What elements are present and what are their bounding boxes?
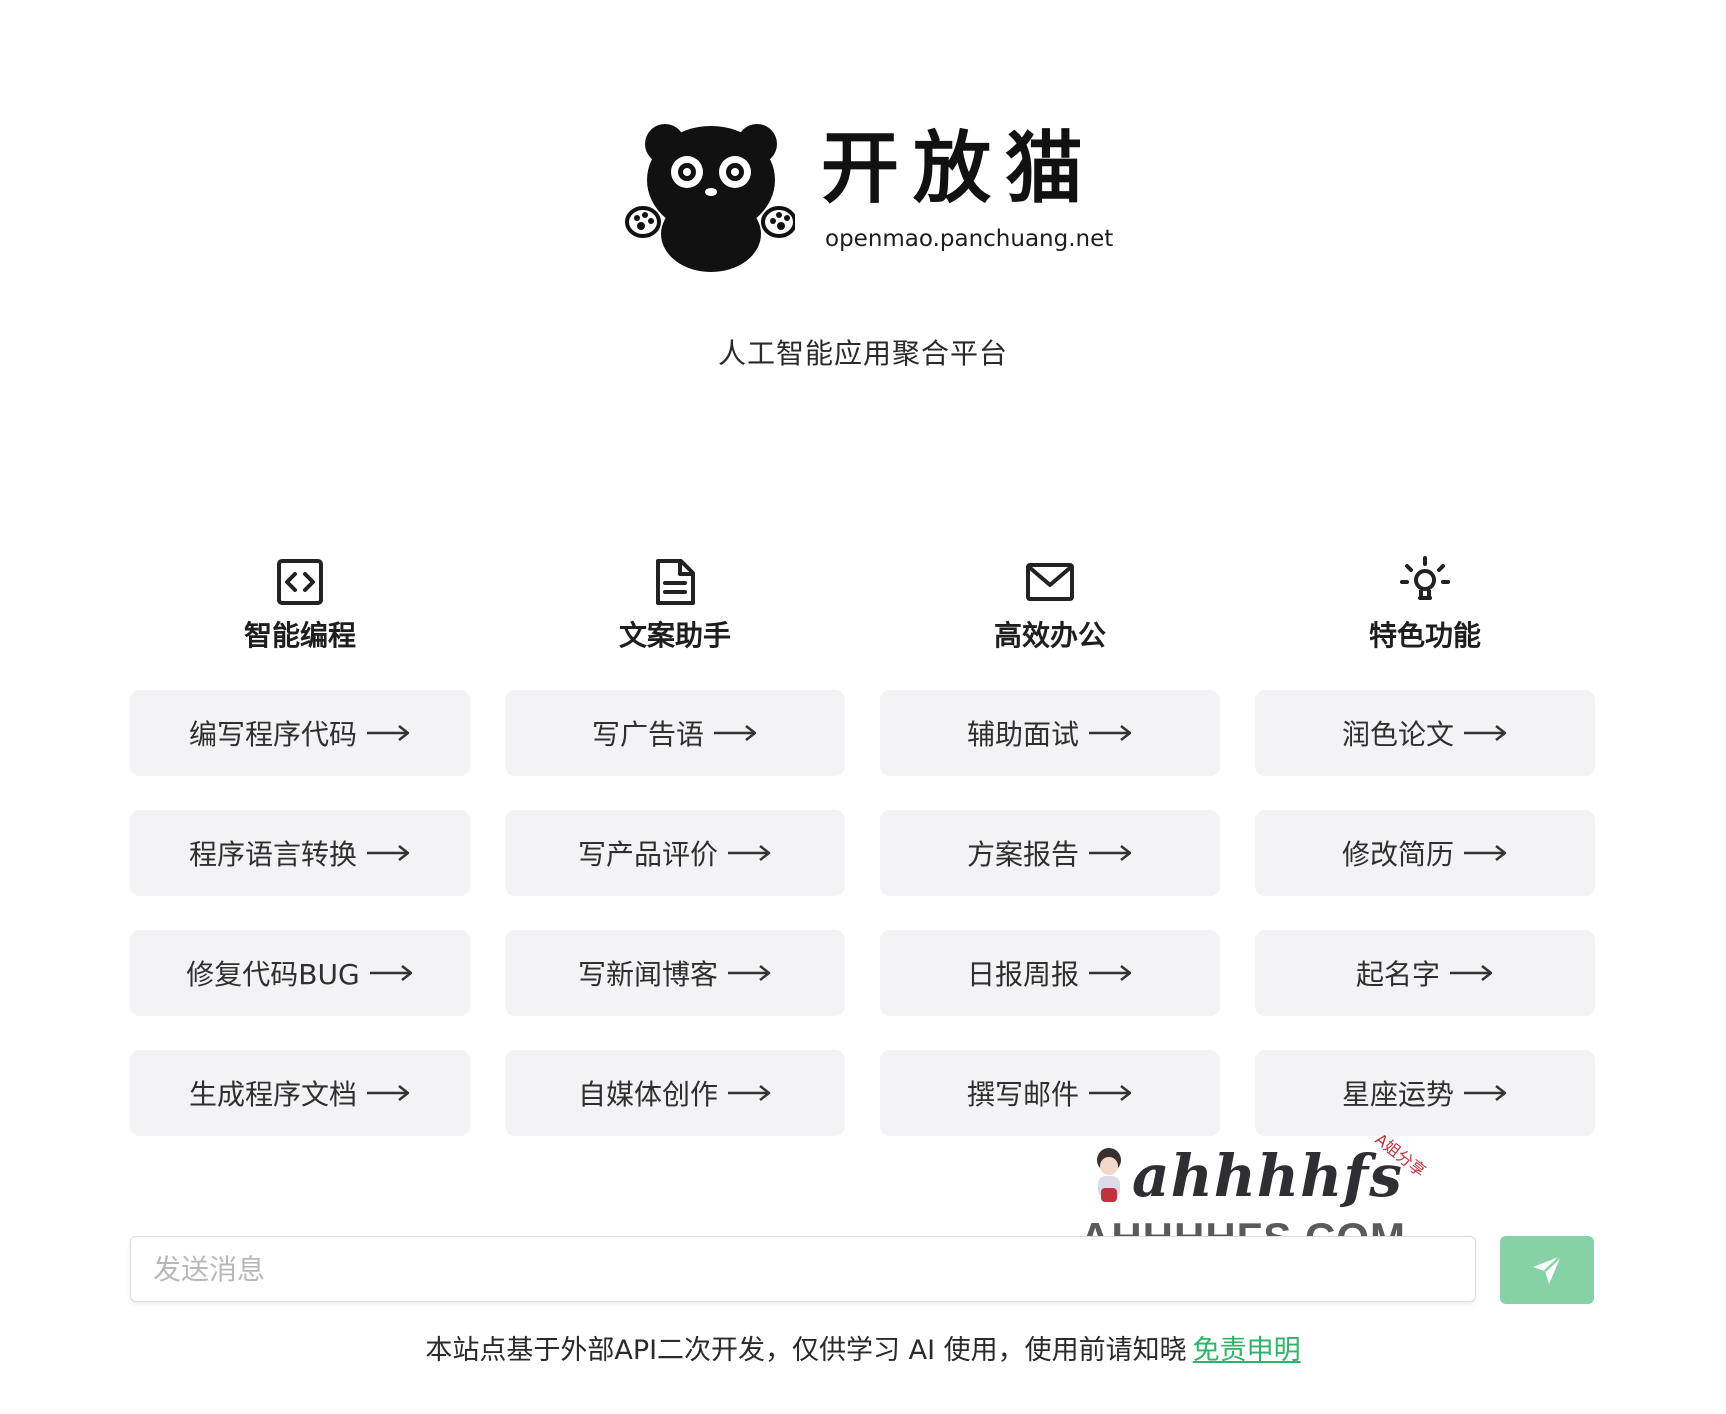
- prompt-button-label: 撰写邮件: [966, 1078, 1079, 1111]
- prompt-button-news-blog[interactable]: 写新闻博客: [505, 930, 845, 1016]
- arrow-right-icon: [1089, 1085, 1132, 1101]
- arrow-right-icon: [1450, 965, 1493, 981]
- prompt-button-horoscope[interactable]: 星座运势: [1255, 1050, 1595, 1136]
- arrow-right-icon: [1464, 725, 1507, 741]
- arrow-right-icon: [1464, 845, 1507, 861]
- prompt-button-label: 自媒体创作: [577, 1078, 718, 1111]
- brand-name: 开放猫: [821, 124, 1098, 214]
- prompt-button-write-code[interactable]: 编写程序代码: [130, 690, 470, 776]
- disclaimer-link[interactable]: 免责申明: [1193, 1335, 1301, 1366]
- arrow-right-icon: [367, 1085, 410, 1101]
- prompt-button-interview[interactable]: 辅助面试: [880, 690, 1220, 776]
- column-title: 特色功能: [1368, 619, 1481, 652]
- prompt-button-ad-slogan[interactable]: 写广告语: [505, 690, 845, 776]
- message-input[interactable]: [130, 1236, 1476, 1302]
- prompt-button-naming[interactable]: 起名字: [1255, 930, 1595, 1016]
- prompt-button-label: 修改简历: [1341, 838, 1454, 871]
- column-title: 文案助手: [618, 619, 731, 652]
- arrow-right-icon: [367, 845, 410, 861]
- prompt-button-label: 程序语言转换: [188, 838, 357, 871]
- brand-domain: openmao.panchuang.net: [825, 226, 1114, 252]
- document-icon: [656, 559, 695, 605]
- prompt-button-label: 写产品评价: [577, 838, 718, 871]
- watermark-script-text: ahhhhfs: [1132, 1142, 1403, 1210]
- arrow-right-icon: [728, 845, 771, 861]
- send-icon: [1533, 1255, 1562, 1284]
- prompt-button-label: 修复代码BUG: [186, 958, 360, 991]
- panda-cat-logo-icon: [625, 124, 795, 272]
- prompt-button-self-media[interactable]: 自媒体创作: [505, 1050, 845, 1136]
- prompt-button-label: 编写程序代码: [188, 718, 357, 751]
- prompt-button-generate-docs[interactable]: 生成程序文档: [130, 1050, 470, 1136]
- code-icon: [277, 559, 323, 605]
- column-special-features: 特色功能 润色论文 修改简历 起名字 星座运势: [1255, 556, 1595, 1136]
- prompt-button-label: 日报周报: [966, 958, 1079, 991]
- prompt-button-label: 方案报告: [966, 838, 1079, 871]
- arrow-right-icon: [367, 725, 410, 741]
- footer-disclaimer: 本站点基于外部API二次开发，仅供学习 AI 使用，使用前请知晓 免责申明: [0, 1328, 1726, 1367]
- column-smart-coding: 智能编程 编写程序代码 程序语言转换 修复代码BUG 生成程序文档: [130, 556, 470, 1136]
- arrow-right-icon: [728, 965, 771, 981]
- column-copywriting: 文案助手 写广告语 写产品评价 写新闻博客 自媒体创作: [505, 556, 845, 1136]
- prompt-button-fix-bug[interactable]: 修复代码BUG: [130, 930, 470, 1016]
- prompt-button-label: 星座运势: [1341, 1078, 1454, 1111]
- avatar-icon: [1097, 1148, 1121, 1202]
- prompt-button-label: 写新闻博客: [577, 958, 718, 991]
- arrow-right-icon: [714, 725, 757, 741]
- column-title: 智能编程: [243, 619, 356, 652]
- prompt-button-label: 辅助面试: [966, 718, 1079, 751]
- arrow-right-icon: [1089, 845, 1132, 861]
- arrow-right-icon: [1089, 965, 1132, 981]
- prompt-button-daily-weekly-report[interactable]: 日报周报: [880, 930, 1220, 1016]
- mail-icon: [1026, 563, 1074, 601]
- prompt-button-write-email[interactable]: 撰写邮件: [880, 1050, 1220, 1136]
- prompt-button-proposal-report[interactable]: 方案报告: [880, 810, 1220, 896]
- prompt-button-product-review[interactable]: 写产品评价: [505, 810, 845, 896]
- prompt-button-label: 起名字: [1355, 958, 1440, 991]
- prompt-button-label: 润色论文: [1341, 718, 1454, 751]
- prompt-button-label: 写广告语: [591, 718, 704, 751]
- arrow-right-icon: [1464, 1085, 1507, 1101]
- column-office: 高效办公 辅助面试 方案报告 日报周报 撰写邮件: [880, 556, 1220, 1136]
- footer-text: 本站点基于外部API二次开发，仅供学习 AI 使用，使用前请知晓: [425, 1335, 1187, 1366]
- column-title: 高效办公: [993, 619, 1106, 652]
- arrow-right-icon: [1089, 725, 1132, 741]
- feature-grid: 智能编程 编写程序代码 程序语言转换 修复代码BUG 生成程序文档 文案助手 写…: [130, 556, 1596, 1136]
- prompt-button-polish-paper[interactable]: 润色论文: [1255, 690, 1595, 776]
- tagline: 人工智能应用聚合平台: [717, 337, 1008, 370]
- send-button[interactable]: [1500, 1236, 1594, 1304]
- arrow-right-icon: [369, 965, 412, 981]
- lightbulb-icon: [1400, 556, 1450, 600]
- brand-logo: 开放猫 openmao.panchuang.net: [625, 118, 1113, 278]
- prompt-button-edit-resume[interactable]: 修改简历: [1255, 810, 1595, 896]
- prompt-button-language-convert[interactable]: 程序语言转换: [130, 810, 470, 896]
- arrow-right-icon: [728, 1085, 771, 1101]
- prompt-button-label: 生成程序文档: [188, 1078, 357, 1111]
